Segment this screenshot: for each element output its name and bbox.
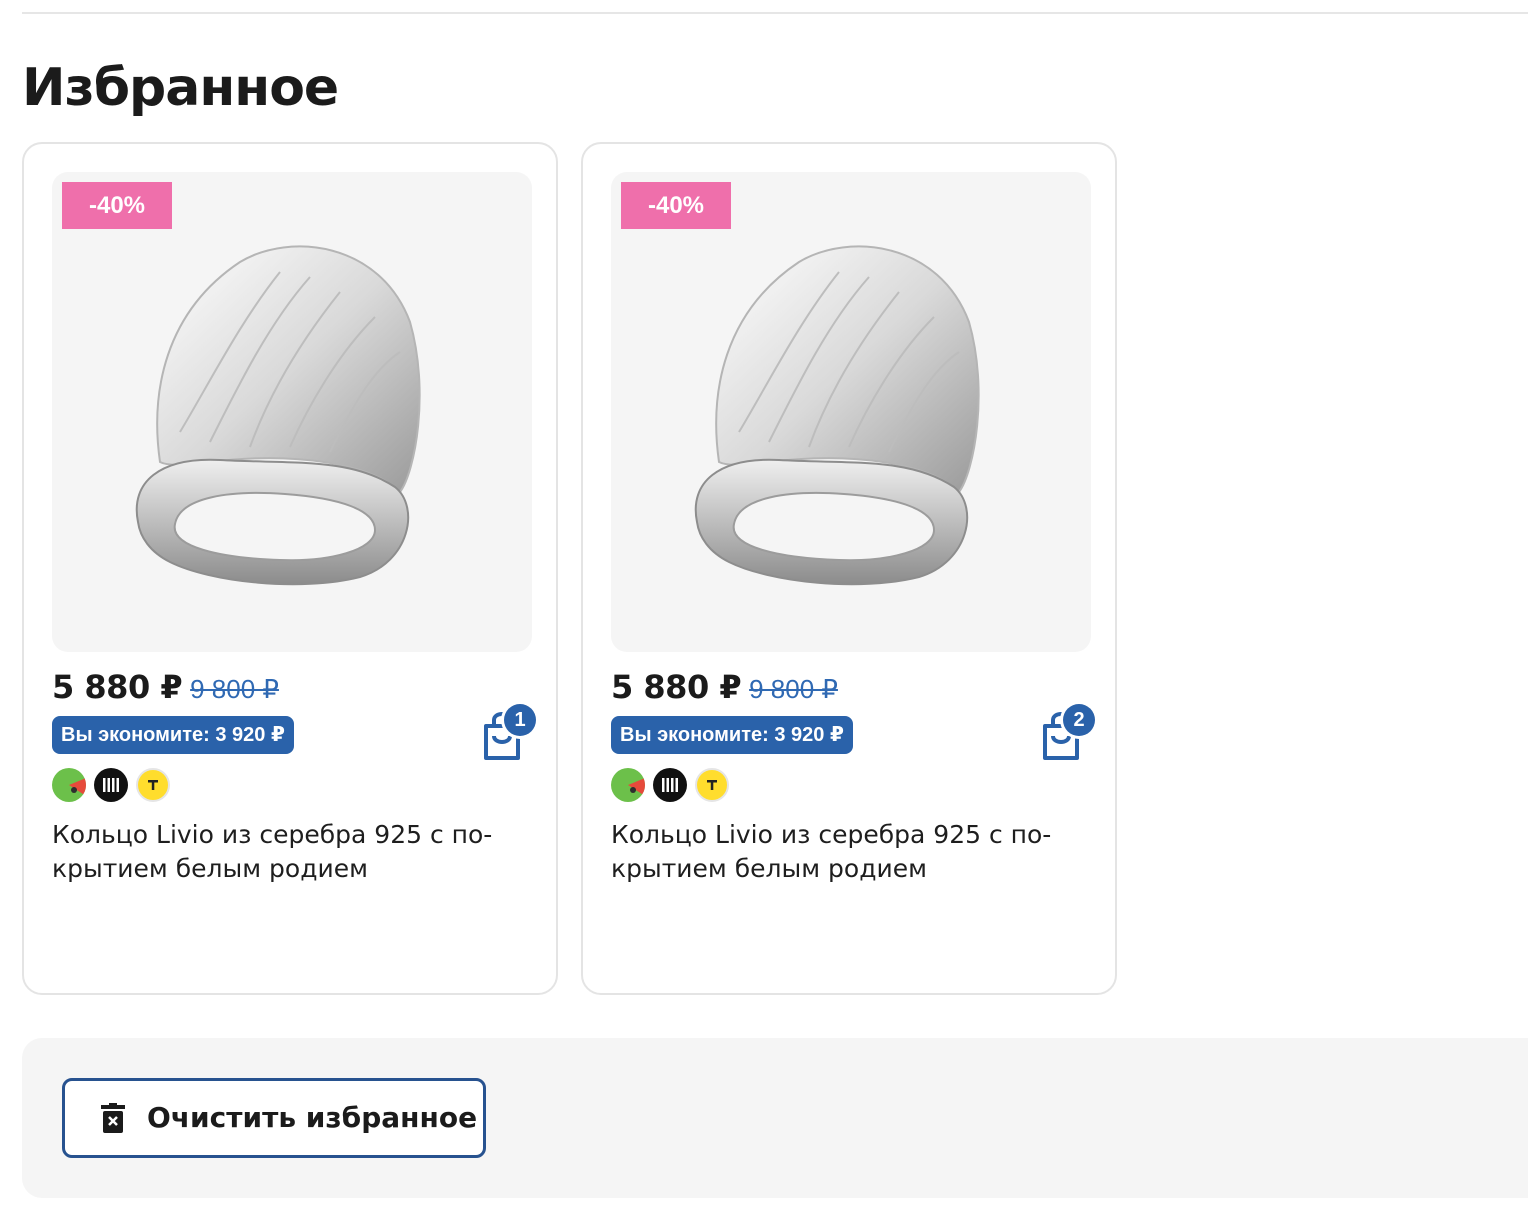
clear-favorites-button[interactable]: Очистить избранное xyxy=(62,1078,486,1158)
tbank-yellow-icon xyxy=(695,768,729,802)
current-price: 5 880 ₽ xyxy=(611,668,742,706)
current-price: 5 880 ₽ xyxy=(52,668,183,706)
tbank-yellow-icon xyxy=(136,768,170,802)
old-price: 9 800 ₽ xyxy=(190,674,279,704)
ring-image xyxy=(135,245,421,586)
top-divider xyxy=(22,12,1528,14)
old-price: 9 800 ₽ xyxy=(749,674,838,704)
payment-methods xyxy=(611,768,729,802)
cart-count-badge: 2 xyxy=(1063,704,1095,736)
cart-count-badge: 1 xyxy=(504,704,536,736)
dolyami-black-icon xyxy=(653,768,687,802)
dolyami-black-icon xyxy=(94,768,128,802)
sbp-green-icon xyxy=(611,768,645,802)
page-title: Избранное xyxy=(22,58,339,118)
product-card[interactable]: -40% 5 880 ₽9 800 ₽ Вы экономите: 3 920 … xyxy=(581,142,1117,995)
ring-image xyxy=(694,245,980,586)
product-image[interactable]: -40% xyxy=(52,172,532,652)
savings-badge: Вы экономите: 3 920 ₽ xyxy=(52,716,294,754)
savings-badge: Вы экономите: 3 920 ₽ xyxy=(611,716,853,754)
payment-methods xyxy=(52,768,170,802)
add-to-cart-button[interactable]: 1 xyxy=(472,702,538,768)
product-name-link[interactable]: Кольцо Livio из серебра 925 с по-крытием… xyxy=(52,818,532,886)
discount-badge: -40% xyxy=(62,182,172,229)
trash-icon xyxy=(101,1103,125,1133)
product-name-link[interactable]: Кольцо Livio из серебра 925 с по-крытием… xyxy=(611,818,1091,886)
product-image[interactable]: -40% xyxy=(611,172,1091,652)
discount-badge: -40% xyxy=(621,182,731,229)
add-to-cart-button[interactable]: 2 xyxy=(1031,702,1097,768)
price-row: 5 880 ₽9 800 ₽ xyxy=(52,668,279,716)
clear-favorites-label: Очистить избранное xyxy=(147,1101,478,1134)
favorites-actions-panel: Очистить избранное xyxy=(22,1038,1528,1198)
price-row: 5 880 ₽9 800 ₽ xyxy=(611,668,838,716)
product-card[interactable]: -40% 5 880 ₽ 9 800 ₽ Вы экономите: 3 920… xyxy=(22,142,558,995)
sbp-green-icon xyxy=(52,768,86,802)
